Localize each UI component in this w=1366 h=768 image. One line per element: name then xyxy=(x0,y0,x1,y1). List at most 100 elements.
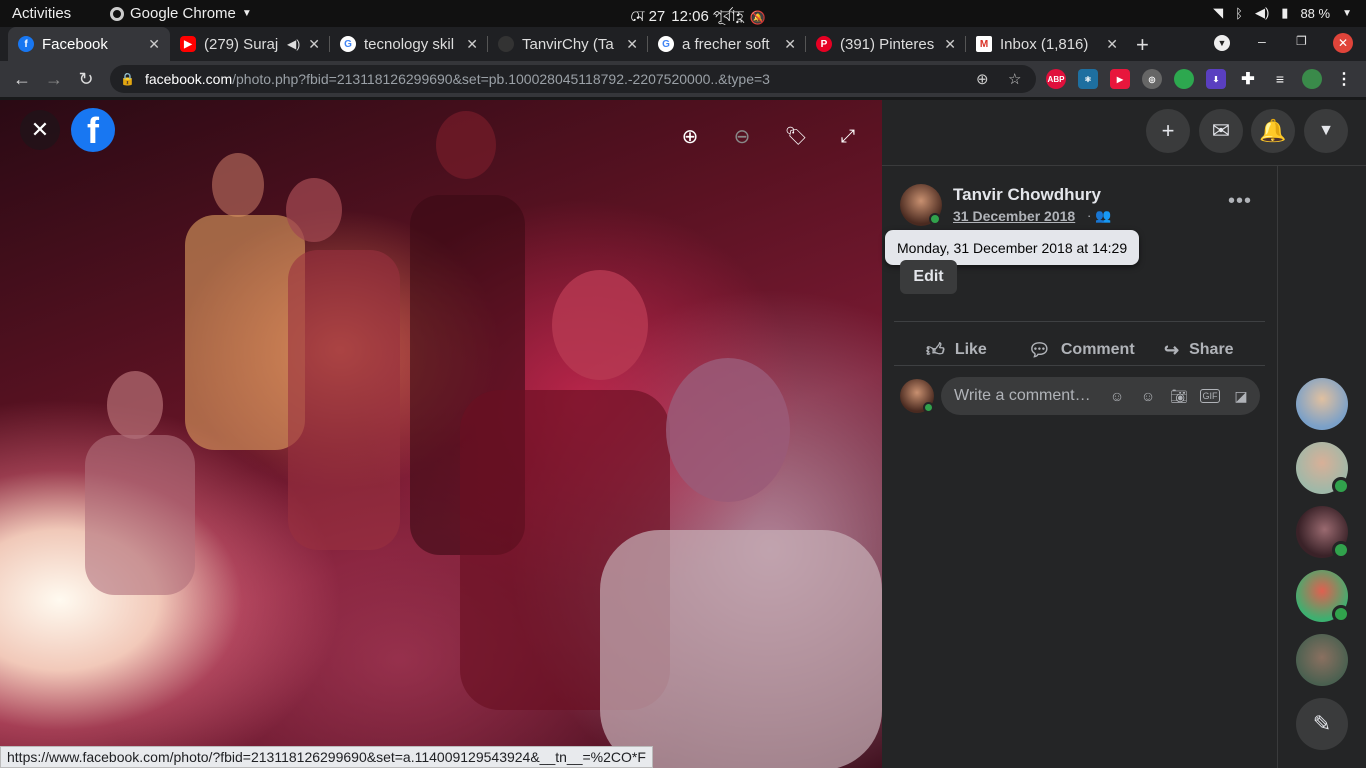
kebab-menu-icon[interactable]: ⋮ xyxy=(1334,69,1354,89)
comment-label: Comment xyxy=(1060,341,1135,358)
close-tab-icon[interactable]: ✕ xyxy=(308,36,320,53)
pinterest-icon: P xyxy=(816,36,832,52)
profile-avatar[interactable] xyxy=(1302,69,1322,89)
online-status-dot xyxy=(1332,477,1350,495)
chevron-down-icon: ▼ xyxy=(241,8,252,19)
close-tab-icon[interactable]: ✕ xyxy=(1106,36,1118,53)
tab-strip: f Facebook ✕ ▶ (279) Suraj ◀) ✕ G tecnol… xyxy=(0,27,1366,61)
forward-arrow-icon[interactable]: → xyxy=(42,67,66,91)
tab-gmail[interactable]: M Inbox (1,816) ✕ xyxy=(966,27,1128,61)
edit-button[interactable]: Edit xyxy=(900,260,957,294)
photo-viewer[interactable]: ✕ ⊕ ⊖ 🏷 ⤢ xyxy=(0,100,882,768)
gif-icon[interactable]: GIF xyxy=(1200,389,1220,403)
google-icon: G xyxy=(658,36,674,52)
media-queue-icon[interactable]: ≡ xyxy=(1270,69,1290,89)
back-arrow-icon[interactable]: ← xyxy=(10,67,34,91)
downloader-icon[interactable]: ⬇ xyxy=(1206,69,1226,89)
compose-icon: ✎ xyxy=(1312,711,1332,736)
system-tray[interactable]: ◥ ᛒ ◀) ▮ 88 % ▼ xyxy=(1213,5,1352,21)
battery-percent: 88 % xyxy=(1300,5,1331,21)
author-name[interactable]: Tanvir Chowdhury xyxy=(953,185,1101,205)
tab-title: (279) Suraj xyxy=(204,35,279,53)
tab-title: Facebook xyxy=(42,35,108,53)
new-message-button[interactable]: ✎ xyxy=(1296,698,1348,750)
divider xyxy=(894,365,1265,366)
tab-youtube[interactable]: ▶ (279) Suraj ◀) ✕ xyxy=(170,27,330,61)
tab-search-icon[interactable]: ▼ xyxy=(1214,35,1230,51)
fullscreen-icon[interactable]: ⤢ xyxy=(828,116,868,156)
extensions-puzzle-icon[interactable]: ✚ xyxy=(1238,69,1258,89)
bookmark-star-icon[interactable]: ☆ xyxy=(1008,70,1021,88)
tab-title: (391) Pinteres xyxy=(840,35,935,53)
facebook-header-controls: + ✉ 🔔 ▼ xyxy=(882,100,1366,166)
post-date-link[interactable]: 31 December 2018 xyxy=(953,208,1075,224)
avatar-sticker-icon[interactable]: ☺ xyxy=(1107,386,1127,406)
lock-icon[interactable]: 🔒 xyxy=(120,72,135,86)
reload-icon[interactable]: ↻ xyxy=(74,67,98,91)
post-details-panel: Tanvir Chowdhury 31 December 2018 · 👥 ••… xyxy=(882,166,1278,768)
close-tab-icon[interactable]: ✕ xyxy=(466,36,478,53)
tab-github[interactable]: TanvirChy (Ta ✕ xyxy=(488,27,648,61)
like-label: Like xyxy=(954,341,987,358)
divider xyxy=(894,321,1265,322)
extension-color-icon[interactable] xyxy=(1174,69,1194,89)
close-tab-icon[interactable]: ✕ xyxy=(944,36,956,53)
contacts-sidebar: ✎ xyxy=(1278,166,1366,768)
tag-icon[interactable]: 🏷 xyxy=(776,116,816,156)
notifications-bell-icon[interactable]: 🔔 xyxy=(1251,109,1295,153)
tab-google-tecnology[interactable]: G tecnology skil ✕ xyxy=(330,27,488,61)
online-status-dot xyxy=(1332,541,1350,559)
zoom-out-icon[interactable]: ⊖ xyxy=(722,116,762,156)
tab-pinterest[interactable]: P (391) Pinteres ✕ xyxy=(806,27,966,61)
camera-icon[interactable]: 📷︎ xyxy=(1169,386,1189,406)
sticker-icon[interactable]: ◪ xyxy=(1231,386,1251,406)
restore-button[interactable]: ❐ xyxy=(1296,34,1307,48)
contact-avatar[interactable] xyxy=(1296,634,1348,686)
comment-button[interactable]: 💬︎ Comment xyxy=(1028,332,1135,368)
adblock-plus-icon[interactable]: ABP xyxy=(1046,69,1066,89)
extension-target-icon[interactable]: ◎ xyxy=(1142,69,1162,89)
volume-icon: ◀) xyxy=(1254,5,1270,20)
zoom-in-icon[interactable]: ⊕ xyxy=(670,116,710,156)
create-plus-icon[interactable]: + xyxy=(1146,109,1190,153)
tab-facebook[interactable]: f Facebook ✕ xyxy=(8,27,170,61)
minimize-button[interactable]: – xyxy=(1258,33,1266,49)
share-arrow-icon: ↪ xyxy=(1164,339,1180,360)
system-top-bar: Activities Google Chrome ▼ মে 27 12:06 প… xyxy=(0,0,1366,27)
activities-button[interactable]: Activities xyxy=(12,5,71,22)
audience-friends-icon[interactable]: · 👥 xyxy=(1087,208,1111,224)
gmail-icon: M xyxy=(976,36,992,52)
like-button[interactable]: 👍︎ Like xyxy=(926,332,987,368)
address-bar[interactable]: 🔒 facebook.com/photo.php?fbid=2131181262… xyxy=(110,65,1036,93)
zoom-icon[interactable]: ⊕ xyxy=(976,70,989,88)
app-menu[interactable]: Google Chrome ▼ xyxy=(110,5,252,22)
thumbs-up-icon: 👍︎ xyxy=(926,340,945,360)
messenger-icon[interactable]: ✉ xyxy=(1199,109,1243,153)
share-button[interactable]: ↪ Share xyxy=(1164,332,1234,368)
github-icon xyxy=(498,36,514,52)
notifications-off-icon: 🔕 xyxy=(749,9,766,25)
google-icon: G xyxy=(340,36,356,52)
battery-icon: ▮ xyxy=(1281,5,1289,20)
youtube-icon: ▶ xyxy=(180,36,196,52)
comment-input[interactable]: Write a comment… ☺ ☺ 📷︎ GIF ◪ xyxy=(941,377,1260,415)
tab-title: Inbox (1,816) xyxy=(1000,35,1089,53)
tab-google-frecher[interactable]: G a frecher soft ✕ xyxy=(648,27,806,61)
extension-red-icon[interactable]: ▶ xyxy=(1110,69,1130,89)
url-path: /photo.php?fbid=213118126299690&set=pb.1… xyxy=(232,71,770,87)
speaker-icon[interactable]: ◀) xyxy=(287,37,300,51)
share-label: Share xyxy=(1189,341,1234,358)
close-tab-icon[interactable]: ✕ xyxy=(148,36,160,53)
account-menu-icon[interactable]: ▼ xyxy=(1304,109,1348,153)
close-tab-icon[interactable]: ✕ xyxy=(784,36,796,53)
close-photo-icon[interactable]: ✕ xyxy=(20,110,60,150)
new-tab-button[interactable]: + xyxy=(1136,32,1149,58)
facebook-logo[interactable]: f xyxy=(71,108,115,152)
photo-image xyxy=(85,111,882,768)
react-devtools-icon[interactable]: ⚛ xyxy=(1078,69,1098,89)
contact-avatar[interactable] xyxy=(1296,378,1348,430)
more-options-icon[interactable]: ••• xyxy=(1228,190,1252,213)
emoji-icon[interactable]: ☺ xyxy=(1138,386,1158,406)
close-tab-icon[interactable]: ✕ xyxy=(626,36,638,53)
close-window-button[interactable]: ✕ xyxy=(1333,33,1353,53)
